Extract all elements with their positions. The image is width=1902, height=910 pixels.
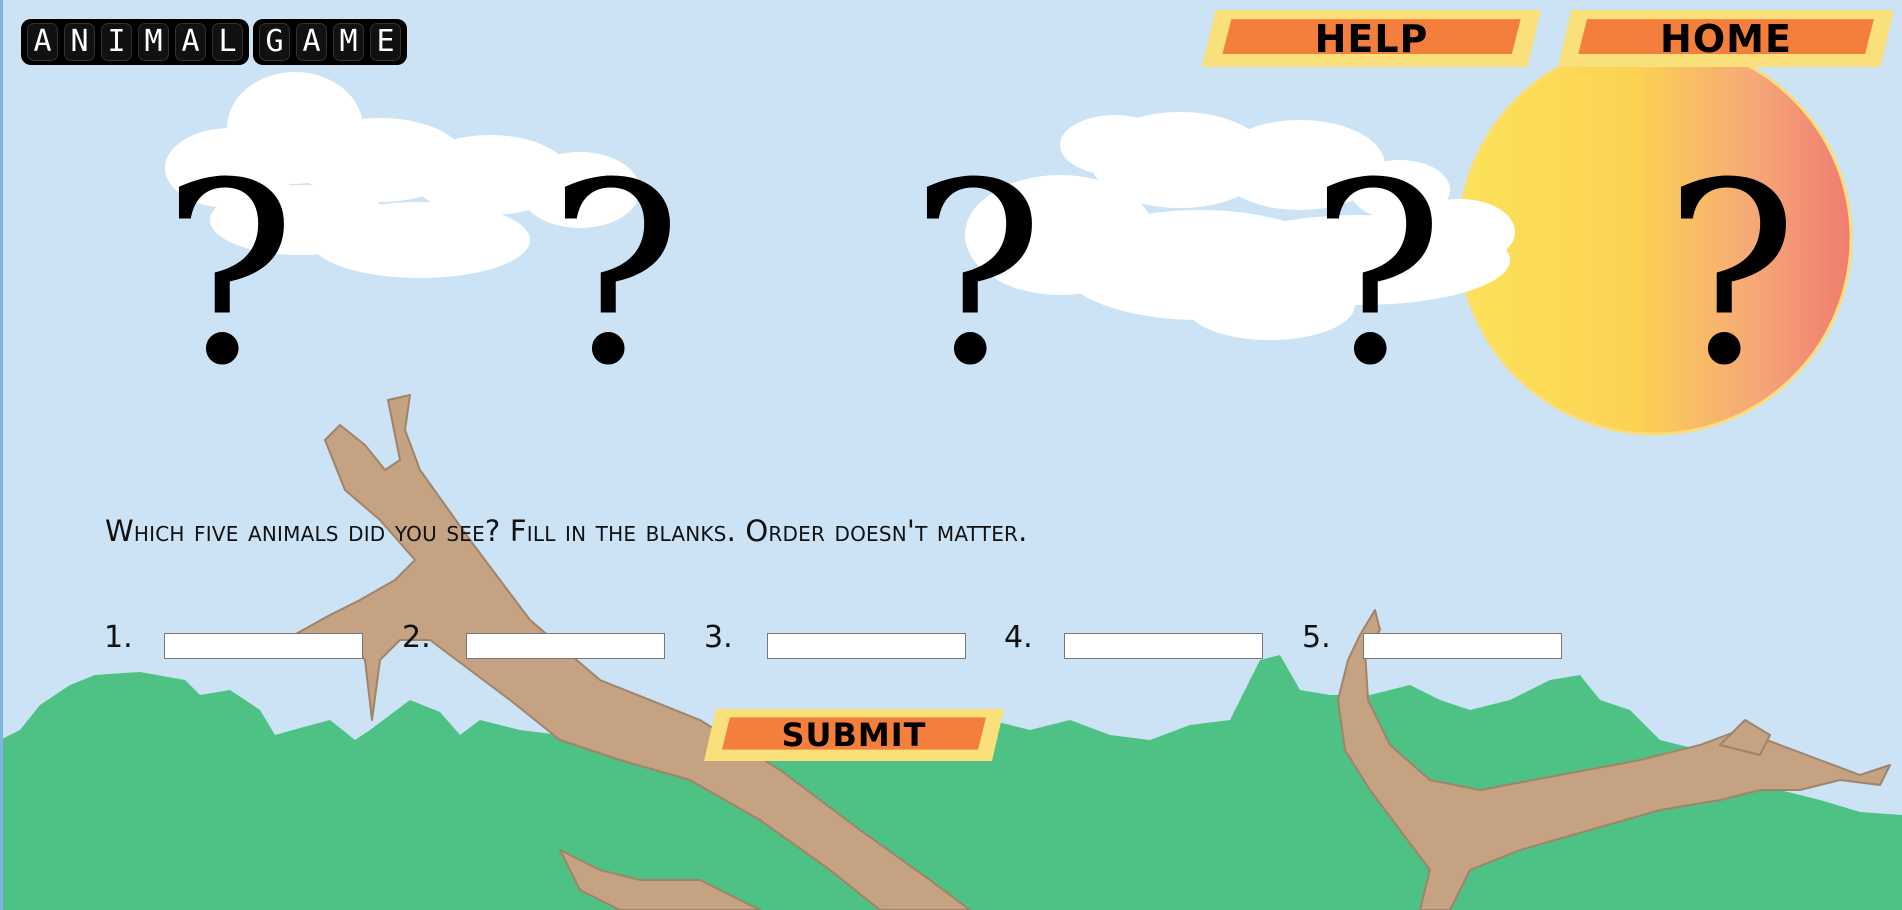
logo-letter: N [62,21,97,63]
logo-letter: G [257,21,292,63]
answer-input-2[interactable] [466,633,665,659]
left-edge [0,0,3,910]
help-button[interactable]: HELP [1202,10,1541,67]
hidden-animal-4: ? [1310,129,1445,420]
answer-input-4[interactable] [1064,633,1263,659]
game-logo: A N I M A L G A M E [21,19,407,65]
hidden-animal-1: ? [162,129,297,420]
submit-button[interactable]: SUBMIT [704,709,1004,761]
logo-letter: A [294,21,329,63]
answer-number: 2. [402,620,431,655]
submit-button-label: SUBMIT [781,716,927,754]
logo-letter: M [136,21,171,63]
help-button-label: HELP [1314,16,1429,61]
instruction-text: Which five animals did you see? Fill in … [105,514,1028,548]
logo-letter: M [331,21,366,63]
answer-row: 1. 2. 3. 4. 5. [104,620,1704,670]
answer-number: 1. [104,620,133,655]
home-button[interactable]: HOME [1558,10,1894,67]
logo-word-animal: A N I M A L [21,19,249,65]
logo-letter: L [210,21,245,63]
logo-letter: A [25,21,60,63]
logo-letter: I [99,21,134,63]
answer-number: 3. [704,620,733,655]
answer-number: 4. [1004,620,1033,655]
logo-letter: A [173,21,208,63]
answer-input-1[interactable] [164,633,363,659]
answer-input-5[interactable] [1363,633,1562,659]
hidden-animal-2: ? [548,129,683,420]
logo-letter: E [368,21,403,63]
answer-input-3[interactable] [767,633,966,659]
home-button-label: HOME [1660,16,1792,61]
answer-number: 5. [1302,620,1331,655]
logo-word-game: G A M E [253,19,407,65]
hidden-animal-3: ? [910,129,1045,420]
hidden-animal-5: ? [1664,129,1799,420]
